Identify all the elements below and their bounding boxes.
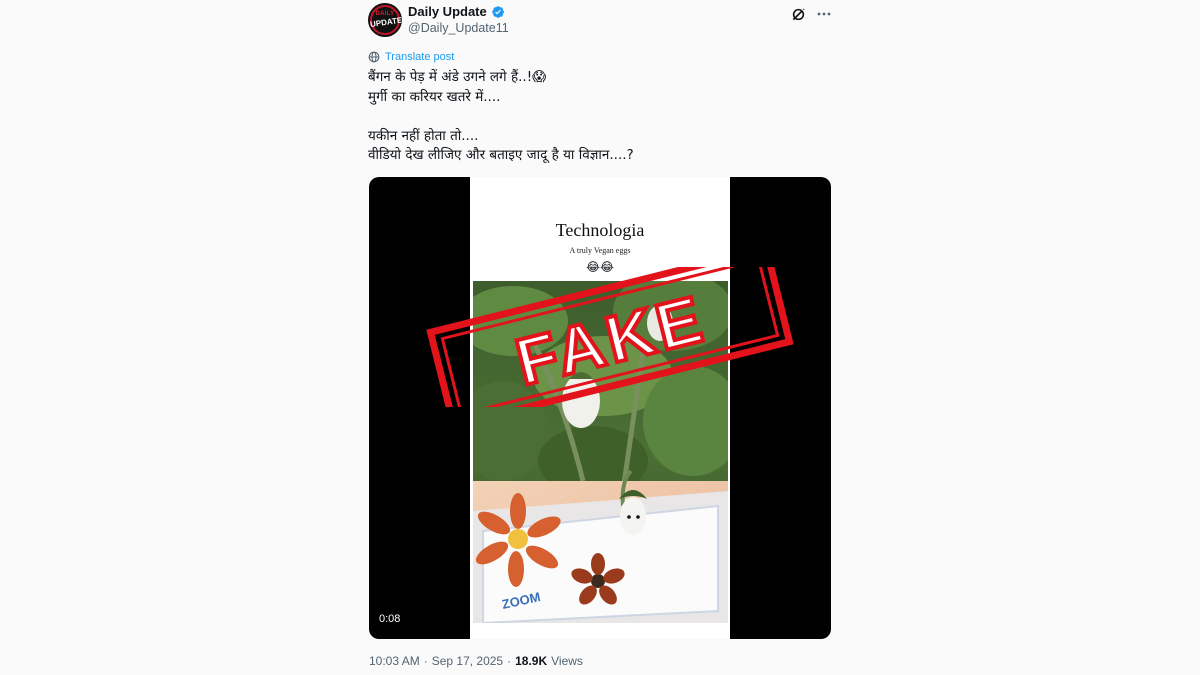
video-frame: Technologia A truly Vegan eggs 😂😂 ZOOM: [470, 177, 730, 639]
post-date[interactable]: Sep 17, 2025: [432, 654, 503, 668]
account-name[interactable]: Daily Update: [408, 4, 487, 19]
meta-separator-2: ·: [507, 654, 512, 668]
post-text: बैंगन के पेड़ में अंडे उगने लगे हैं..!😱 …: [368, 69, 634, 163]
video-subtitle: A truly Vegan eggs: [569, 246, 631, 255]
post-meta: 10:03 AM · Sep 17, 2025 · 18.9K Views: [369, 654, 583, 668]
tweet: DAILY UPDATE Daily Update @Daily_Update1…: [368, 0, 832, 675]
eggplant-plant-image: ZOOM: [473, 281, 728, 623]
post-time[interactable]: 10:03 AM: [369, 654, 420, 668]
translate-label: Translate post: [385, 51, 455, 63]
translate-post-link[interactable]: Translate post: [368, 51, 454, 63]
verified-badge-icon: [492, 5, 504, 18]
video-duration: 0:08: [379, 613, 401, 625]
views-count[interactable]: 18.9K: [515, 654, 547, 668]
more-icon[interactable]: [816, 6, 832, 22]
globe-icon: [368, 51, 380, 63]
views-label: Views: [551, 654, 583, 668]
meta-separator: ·: [423, 654, 428, 668]
grok-icon[interactable]: [790, 6, 806, 22]
header-actions: [790, 6, 832, 22]
video-title: Technologia: [555, 220, 645, 240]
name-row: Daily Update: [408, 4, 505, 19]
video-emoji: 😂😂: [585, 260, 615, 274]
video-player[interactable]: Technologia A truly Vegan eggs 😂😂 ZOOM F…: [369, 177, 831, 639]
avatar[interactable]: DAILY UPDATE: [368, 3, 402, 37]
account-handle[interactable]: @Daily_Update11: [408, 21, 509, 35]
